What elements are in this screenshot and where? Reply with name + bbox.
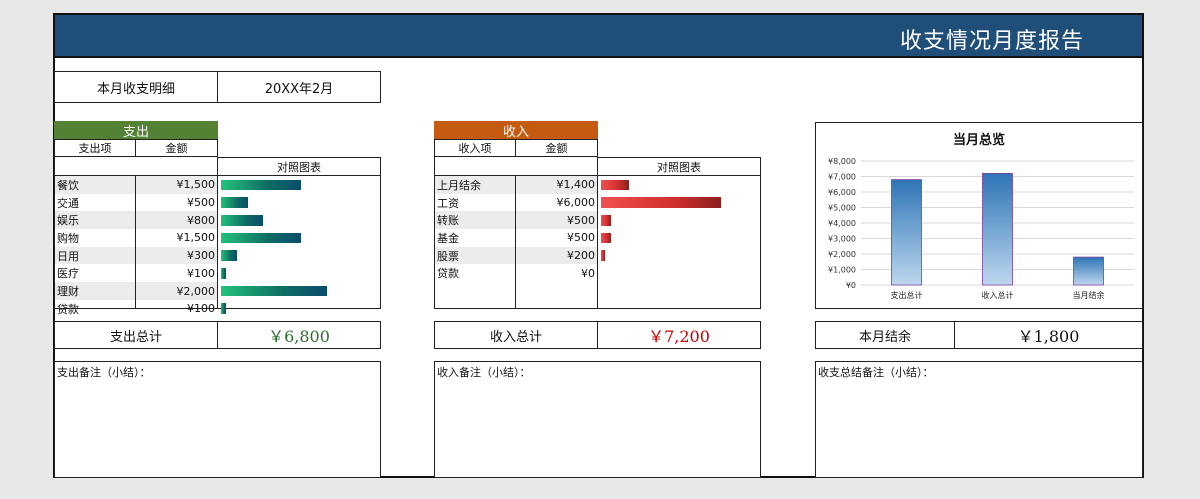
chart-y-tick-label: ¥5,000 xyxy=(828,204,856,213)
income-row-item: 上月结余 xyxy=(435,176,515,194)
expense-header: 支出 xyxy=(54,121,218,140)
expense-row-item: 日用 xyxy=(55,246,135,265)
expense-row-bar xyxy=(221,268,227,279)
expense-row-bar xyxy=(221,214,264,226)
expense-note[interactable]: 支出备注（小结）： xyxy=(54,361,381,478)
chart-y-tick-label: ¥6,000 xyxy=(828,188,856,197)
chart-bar xyxy=(891,179,922,286)
expense-row-amount: ¥1,500 xyxy=(136,176,217,194)
chart-y-tick-label: ¥0 xyxy=(846,281,856,290)
overview-chart-box: 当月总览 ¥0 ¥1,000 ¥2,000 ¥3,000 ¥4,000 ¥5,000 ¥6,… xyxy=(815,122,1143,309)
balance-value: ￥1,800 xyxy=(954,321,1143,349)
expense-col-chart: 对照图表 xyxy=(217,157,381,176)
income-row-amount: ¥6,000 xyxy=(556,196,596,210)
expense-total-value: ￥6,800 xyxy=(217,321,381,349)
expense-row-item: 交通 xyxy=(57,196,79,210)
income-row-amount: ¥500 xyxy=(516,211,597,230)
income-col-amount: 金额 xyxy=(515,139,598,157)
expense-row-bar xyxy=(221,179,301,191)
income-divider xyxy=(597,175,598,309)
report-title: 收支情况月度报告 xyxy=(899,29,1084,54)
income-row-item: 转账 xyxy=(435,211,515,230)
income-row-bar xyxy=(601,179,629,191)
expense-total-label: 支出总计 xyxy=(54,321,218,349)
expense-row-item: 理财 xyxy=(55,282,135,300)
expense-row-item: 医疗 xyxy=(57,267,79,281)
chart-y-tick-label: ¥8,000 xyxy=(828,157,856,166)
income-note[interactable]: 收入备注（小结）： xyxy=(434,361,761,478)
income-total-value: ￥7,200 xyxy=(597,321,761,349)
expense-row-bar xyxy=(221,232,301,244)
summary-note[interactable]: 收支总结备注（小结）： xyxy=(815,361,1143,478)
expense-row-amount: ¥100 xyxy=(187,266,215,280)
income-row-amount: ¥200 xyxy=(516,246,597,265)
income-total-label: 收入总计 xyxy=(434,321,598,349)
expense-row-bar xyxy=(221,197,248,208)
income-row-bar xyxy=(601,197,721,208)
income-note-label: 收入备注（小结）： xyxy=(437,366,531,379)
income-row-item: 股票 xyxy=(435,246,515,265)
expense-row-bar xyxy=(221,250,237,261)
income-row-item: 基金 xyxy=(437,231,459,245)
expense-col-amount: 金额 xyxy=(135,139,218,157)
expense-col-item: 支出项 xyxy=(54,139,136,157)
chart-bar xyxy=(1073,256,1104,286)
chart-y-tick-label: ¥4,000 xyxy=(828,219,856,228)
expense-row-item: 购物 xyxy=(57,231,79,245)
month-label: 本月收支明细 xyxy=(54,71,218,103)
income-row-bar xyxy=(601,214,611,226)
chart-x-tick-label: 支出总计 xyxy=(891,290,923,300)
income-row-amount: ¥1,400 xyxy=(516,176,597,194)
expense-row-item: 娱乐 xyxy=(55,211,135,230)
chart-bar xyxy=(982,173,1013,286)
income-row-amount: ¥500 xyxy=(567,231,595,245)
expense-col-border xyxy=(54,157,55,176)
chart-y-tick-label: ¥3,000 xyxy=(828,235,856,244)
report-header: 收支情况月度报告 xyxy=(55,15,1142,58)
summary-note-label: 收支总结备注（小结）： xyxy=(818,366,934,379)
expense-row-amount: ¥500 xyxy=(187,196,215,210)
month-value: 20XX年2月 xyxy=(217,71,381,103)
income-row-bar xyxy=(601,232,611,244)
expense-row-item: 餐饮 xyxy=(55,176,135,194)
income-col-item: 收入项 xyxy=(434,139,516,157)
chart-y-tick-label: ¥7,000 xyxy=(828,173,856,182)
expense-row-item: 贷款 xyxy=(57,302,79,316)
overview-chart: ¥0 ¥1,000 ¥2,000 ¥3,000 ¥4,000 ¥5,000 ¥6,000 ¥7… xyxy=(828,157,1134,300)
expense-note-label: 支出备注（小结）： xyxy=(57,366,151,379)
income-row-bar xyxy=(601,250,605,261)
income-row-item: 贷款 xyxy=(437,267,459,281)
income-col-border xyxy=(434,157,435,176)
expense-row-amount: ¥100 xyxy=(187,302,215,316)
expense-divider xyxy=(217,175,218,309)
income-header: 收入 xyxy=(434,121,598,140)
income-row-amount: ¥0 xyxy=(581,266,595,280)
balance-label: 本月结余 xyxy=(815,321,955,349)
expense-row-amount: ¥1,500 xyxy=(176,231,216,245)
chart-y-tick-label: ¥1,000 xyxy=(828,266,856,275)
income-col-chart: 对照图表 xyxy=(597,157,761,176)
income-row-item: 工资 xyxy=(437,196,459,210)
expense-row-bar xyxy=(221,303,227,315)
expense-row-amount: ¥800 xyxy=(136,211,217,230)
chart-y-tick-label: ¥2,000 xyxy=(828,250,856,259)
expense-row-bar xyxy=(221,285,327,297)
expense-row-amount: ¥2,000 xyxy=(136,282,217,300)
chart-x-tick-label: 收入总计 xyxy=(982,290,1014,300)
chart-x-tick-label: 当月结余 xyxy=(1073,290,1105,300)
expense-row-amount: ¥300 xyxy=(136,246,217,265)
